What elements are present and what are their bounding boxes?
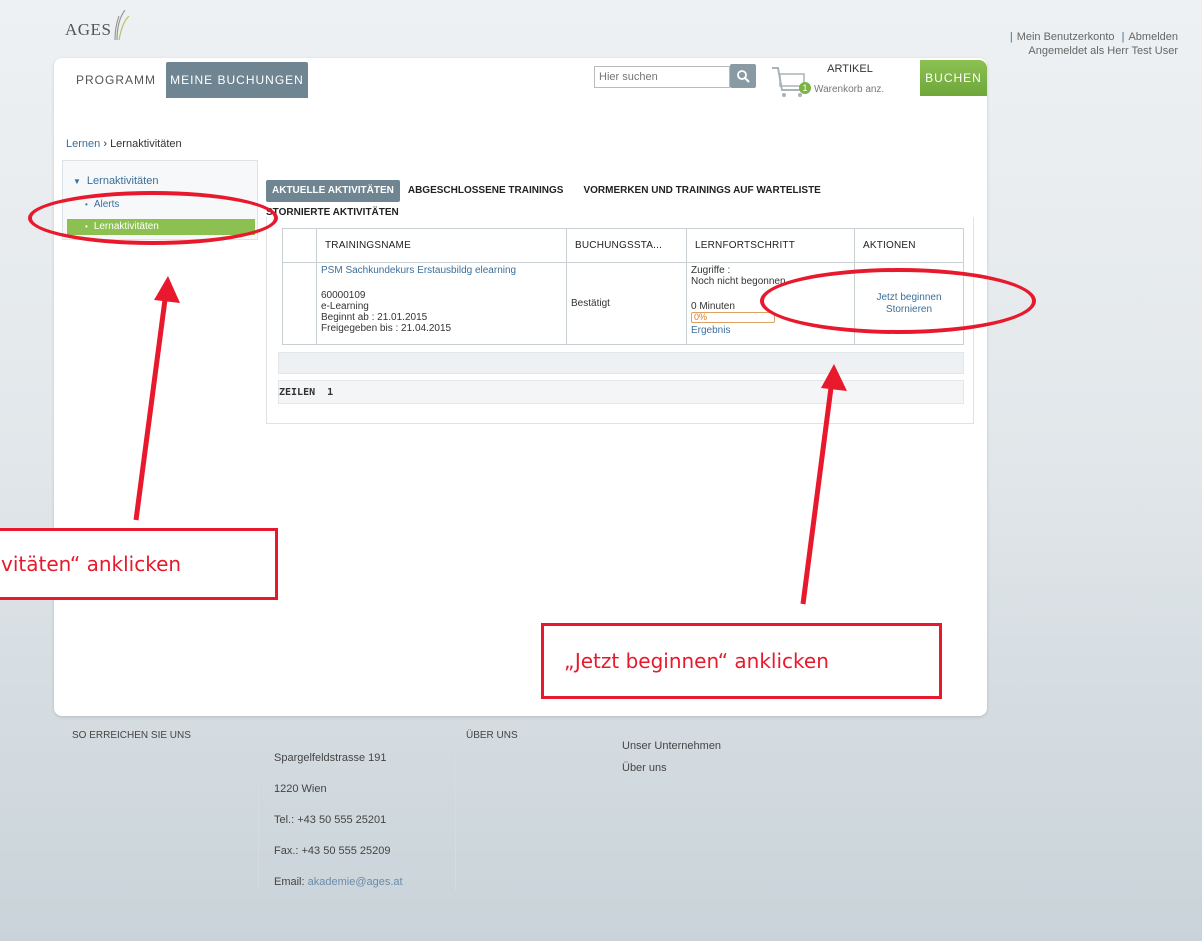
annotation-arrows (133, 276, 847, 605)
annotation-callout-left: vitäten“ anklicken (0, 528, 278, 600)
annotation-arrow-right-head (821, 364, 847, 391)
annotation-arrow-right-shaft (800, 379, 835, 605)
annotation-callout-right: „Jetzt beginnen“ anklicken (541, 623, 942, 699)
annotation-arrow-left-shaft (133, 291, 169, 521)
annotation-arrow-left-head (154, 276, 180, 303)
